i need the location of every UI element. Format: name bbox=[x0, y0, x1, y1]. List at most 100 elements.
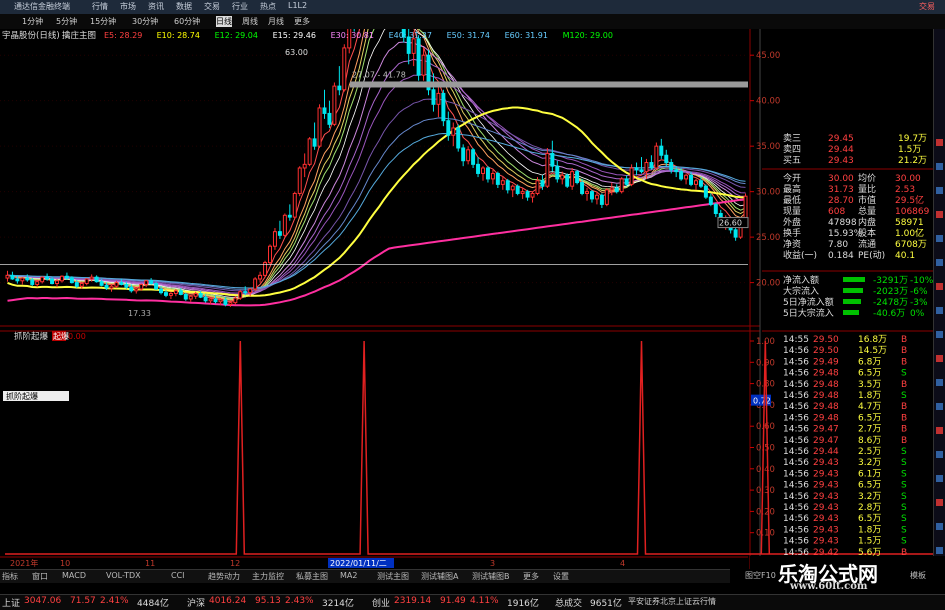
indicator-tab[interactable]: 窗口 bbox=[32, 571, 48, 582]
menu-item[interactable]: 行情 bbox=[92, 1, 108, 12]
indicator-tab[interactable]: 测试辅图B bbox=[472, 571, 510, 582]
candle-body bbox=[282, 214, 287, 236]
period-tab[interactable]: 60分钟 bbox=[174, 16, 200, 27]
menu-item[interactable]: 交易 bbox=[204, 1, 220, 12]
stat-label: 收益(一) bbox=[783, 249, 817, 261]
indicator-tab[interactable]: MACD bbox=[62, 571, 86, 580]
side-tool-icon[interactable] bbox=[936, 499, 943, 506]
indicator-tab[interactable]: VOL-TDX bbox=[106, 571, 141, 580]
side-tool-icon[interactable] bbox=[936, 427, 943, 434]
side-tool-icon[interactable] bbox=[936, 523, 943, 530]
candle-body bbox=[619, 178, 624, 193]
period-tab[interactable]: 30分钟 bbox=[132, 16, 158, 27]
index-change: 71.57 bbox=[70, 596, 96, 606]
f10-button[interactable]: 图空F10 bbox=[745, 570, 776, 581]
side-tool-icon[interactable] bbox=[936, 259, 943, 266]
candle-body bbox=[674, 169, 679, 173]
menu-item[interactable]: L1L2 bbox=[288, 1, 307, 10]
menu-item[interactable]: 数据 bbox=[176, 1, 192, 12]
template-button[interactable]: 模板 bbox=[910, 570, 926, 581]
candle-body bbox=[580, 182, 585, 194]
indicator-tab[interactable]: 私募主图 bbox=[296, 571, 328, 582]
sub-y-tick-label: 0.50 bbox=[756, 444, 775, 454]
quote-label: 卖四 bbox=[783, 144, 801, 155]
tick-price: 29.43 bbox=[813, 458, 839, 468]
side-tool-icon[interactable] bbox=[936, 235, 943, 242]
x-tick-label: 4 bbox=[620, 559, 625, 568]
stat-value: 30.00 bbox=[828, 174, 854, 184]
tick-time: 14:56 bbox=[783, 413, 809, 423]
candle-body bbox=[694, 180, 698, 185]
indicator-tab[interactable]: 测试主图 bbox=[377, 571, 409, 582]
stat-label: 现量 bbox=[783, 206, 801, 217]
candle-body bbox=[99, 281, 104, 286]
title-bar: 通达信金融终端 交易 行情 市场 资讯 数据 交易 行业 热点 L1L2 bbox=[0, 0, 945, 14]
stat-value: 47898 bbox=[828, 218, 857, 228]
candle-body bbox=[203, 296, 208, 302]
indicator-tab[interactable]: MA2 bbox=[340, 571, 357, 580]
period-tab[interactable]: 月线 bbox=[268, 16, 284, 27]
right-tool-strip[interactable] bbox=[933, 29, 945, 569]
index-name[interactable]: 创业 bbox=[372, 596, 390, 609]
trade-menu-right[interactable]: 交易 bbox=[919, 1, 935, 12]
side-tool-icon[interactable] bbox=[936, 307, 943, 314]
tick-volume: 8.6万 bbox=[858, 436, 881, 446]
side-tool-icon[interactable] bbox=[936, 163, 943, 170]
candle-body bbox=[530, 192, 535, 198]
candle-body bbox=[733, 229, 738, 238]
indicator-tab[interactable]: 设置 bbox=[553, 571, 569, 582]
candle-body bbox=[555, 165, 560, 180]
candle-body bbox=[500, 180, 505, 185]
flow-label: 净流入额 bbox=[783, 274, 819, 286]
candle-body bbox=[84, 278, 89, 285]
indicator-tab[interactable]: 测试辅图A bbox=[421, 571, 458, 582]
side-tool-icon[interactable] bbox=[936, 187, 943, 194]
index-name[interactable]: 沪深 bbox=[187, 596, 205, 609]
side-tool-icon[interactable] bbox=[936, 451, 943, 458]
menu-item[interactable]: 市场 bbox=[120, 1, 136, 12]
side-tool-icon[interactable] bbox=[936, 379, 943, 386]
candle-body bbox=[50, 278, 55, 285]
side-tool-icon[interactable] bbox=[936, 283, 943, 290]
indicator-tab[interactable]: 趋势动力 bbox=[208, 571, 240, 582]
menu-item[interactable]: 热点 bbox=[260, 1, 276, 12]
ma-legend-label: E5: 28.29 bbox=[104, 31, 142, 40]
menu-item[interactable]: 行业 bbox=[232, 1, 248, 12]
side-tool-icon[interactable] bbox=[936, 211, 943, 218]
side-tool-icon[interactable] bbox=[936, 139, 943, 146]
period-tab[interactable]: 更多 bbox=[294, 16, 310, 27]
side-tool-icon[interactable] bbox=[936, 547, 943, 554]
side-tool-icon[interactable] bbox=[936, 475, 943, 482]
candle-body bbox=[59, 275, 64, 282]
tick-side: S bbox=[901, 537, 907, 547]
indicator-tab[interactable]: 指标 bbox=[2, 571, 18, 582]
flow-pct: 0% bbox=[910, 309, 925, 319]
stat-label: 内盘 bbox=[858, 216, 876, 228]
candle-body bbox=[114, 282, 119, 287]
period-tab[interactable]: 15分钟 bbox=[90, 16, 116, 27]
stat-label: 总量 bbox=[858, 205, 876, 217]
side-tool-icon[interactable] bbox=[936, 403, 943, 410]
period-toolbar: 1分钟 5分钟 15分钟 30分钟 60分钟 日线 周线 月线 更多 bbox=[0, 14, 945, 30]
indicator-tab[interactable]: CCI bbox=[171, 571, 185, 580]
indicator-tab[interactable]: 主力监控 bbox=[252, 571, 284, 582]
candle-body bbox=[421, 54, 426, 76]
menu-item[interactable]: 资讯 bbox=[148, 1, 164, 12]
index-name[interactable]: 上证 bbox=[2, 596, 20, 609]
period-tab[interactable]: 5分钟 bbox=[56, 16, 77, 27]
y-tick-label: 20.00 bbox=[756, 279, 780, 289]
stat-label: 净资 bbox=[783, 238, 801, 250]
candle-body bbox=[495, 172, 500, 185]
candle-body bbox=[490, 172, 495, 180]
quote-label: 买五 bbox=[783, 155, 801, 166]
tick-side: B bbox=[901, 402, 907, 412]
period-tab[interactable]: 1分钟 bbox=[22, 16, 43, 27]
side-tool-icon[interactable] bbox=[936, 331, 943, 338]
candle-body bbox=[441, 92, 446, 122]
indicator-tab[interactable]: 更多 bbox=[523, 571, 539, 582]
side-tool-icon[interactable] bbox=[936, 355, 943, 362]
candle-body bbox=[570, 171, 575, 187]
period-tab[interactable]: 周线 bbox=[242, 16, 258, 27]
candle-body bbox=[188, 295, 193, 300]
period-tab[interactable]: 日线 bbox=[216, 16, 232, 27]
